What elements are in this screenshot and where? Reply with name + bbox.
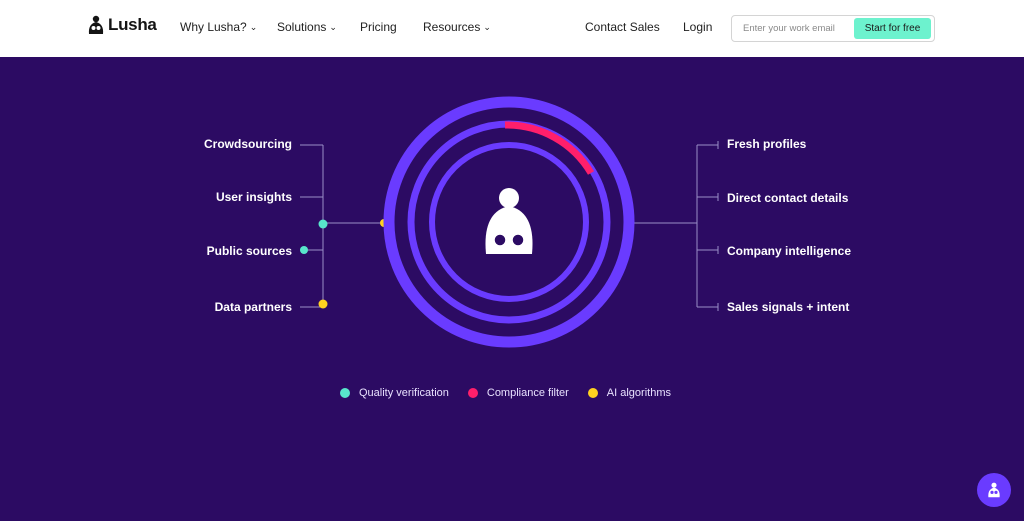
legend-label: AI algorithms (606, 387, 671, 399)
left-connector-lines (300, 144, 384, 308)
quality-dot (300, 246, 308, 254)
source-data-partners: Data partners (214, 300, 292, 314)
source-user-insights: User insights (215, 190, 292, 204)
legend-ai-algorithms: AI algorithms (587, 387, 671, 399)
chat-launcher-button[interactable] (977, 473, 1011, 507)
output-direct-contact-details: Direct contact details (727, 191, 849, 205)
glasses-avatar-icon (485, 188, 533, 254)
ai-dot (318, 299, 328, 309)
chat-icon (988, 482, 1000, 498)
diagram-legend: Quality verification Compliance filter A… (340, 387, 690, 399)
pink-dot-icon (467, 388, 478, 398)
source-crowdsourcing: Crowdsourcing (203, 137, 292, 151)
yellow-dot-icon (587, 388, 598, 398)
legend-compliance-filter: Compliance filter (467, 387, 569, 399)
data-flow-diagram (300, 96, 719, 348)
right-connector-lines (634, 141, 719, 311)
legend-label: Quality verification (359, 387, 449, 399)
teal-dot-icon (340, 388, 350, 398)
legend-label: Compliance filter (486, 387, 569, 399)
output-sales-signals: Sales signals + intent (727, 300, 850, 314)
output-company-intelligence: Company intelligence (727, 244, 852, 258)
output-fresh-profiles: Fresh profiles (727, 137, 807, 151)
quality-dot (318, 219, 328, 229)
source-public-sources: Public sources (206, 244, 292, 258)
legend-quality-verification: Quality verification (340, 387, 449, 399)
